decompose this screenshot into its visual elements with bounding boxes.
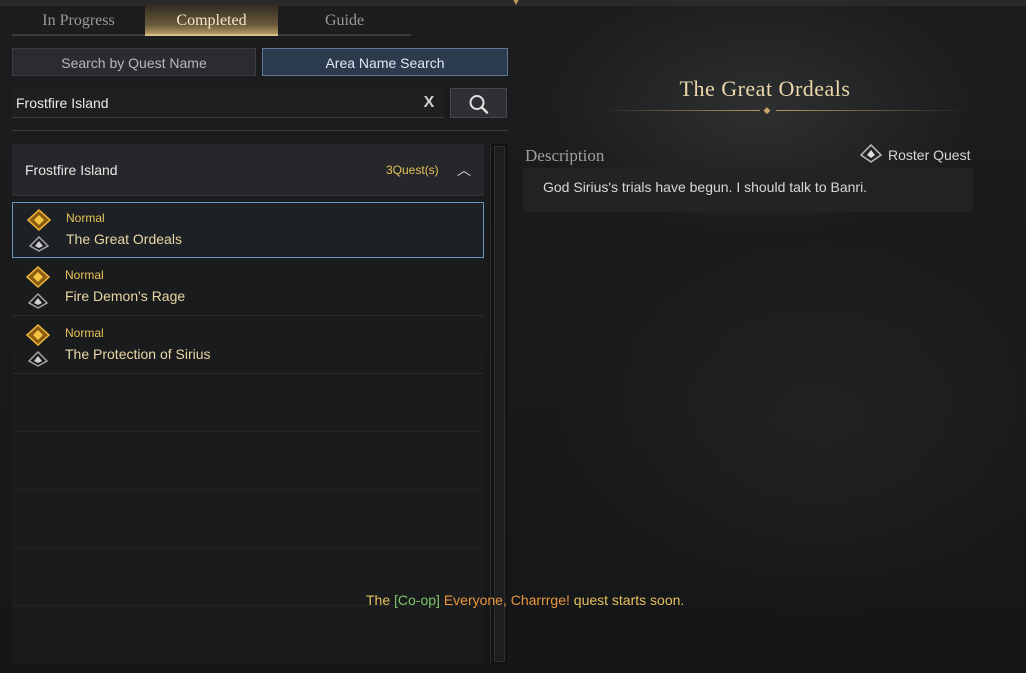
area-group-header[interactable]: Frostfire Island 3Quest(s) ︿ [12,144,484,196]
quest-name: The Protection of Sirius [65,346,211,362]
area-name-search-button[interactable]: Area Name Search [262,48,508,76]
normal-quest-icon [26,266,50,288]
quest-name: Fire Demon's Rage [65,288,186,304]
tab-bar: In Progress Completed Guide [12,4,411,36]
description-box: God Sirius's trials have begun. I should… [523,168,973,212]
divider [12,130,508,131]
quest-detail-title: The Great Ordeals [679,76,851,101]
roster-quest-icon [860,144,882,163]
roster-quest-icon [28,293,48,309]
top-ornament-icon: ▼ [511,0,521,8]
search-button[interactable] [450,88,507,118]
chevron-up-icon[interactable]: ︿ [456,162,472,178]
empty-row [12,434,484,490]
area-name: Frostfire Island [25,162,118,178]
quest-row-great-ordeals[interactable]: Normal The Great Ordeals [12,202,484,258]
clear-icon[interactable]: X [418,92,440,114]
notice-tag: [Co-op] [394,592,440,608]
tab-completed[interactable]: Completed [145,4,278,36]
scrollbar[interactable] [490,144,508,664]
notice-suffix: quest starts soon. [573,592,685,608]
empty-row [12,492,484,548]
scrollbar-thumb[interactable] [494,146,505,662]
search-field: X [12,88,444,118]
empty-row [12,376,484,432]
normal-quest-icon [26,324,50,346]
quest-type: Normal [66,211,105,225]
title-divider [776,110,966,111]
quest-type: Normal [65,326,104,340]
title-ornament-icon: ◆ [763,105,771,115]
notice-quest-name: Everyone, Charrrge! [443,592,570,608]
quest-type: Normal [65,268,104,282]
quest-count: 3Quest(s) [386,163,439,177]
quest-notice: The [Co-op] Everyone, Charrrge! quest st… [366,592,684,608]
description-label: Description [525,146,605,165]
quest-row-protection-of-sirius[interactable]: Normal The Protection of Sirius [12,318,484,374]
quest-list: Frostfire Island 3Quest(s) ︿ Normal The … [12,144,484,664]
normal-quest-icon [27,209,51,231]
tab-guide[interactable]: Guide [278,4,411,36]
title-divider [600,110,760,111]
quest-row-fire-demons-rage[interactable]: Normal Fire Demon's Rage [12,260,484,316]
roster-quest-label: Roster Quest [888,147,971,163]
search-icon [469,95,489,114]
description-text: God Sirius's trials have begun. I should… [543,179,868,195]
roster-quest-icon [28,351,48,367]
quest-name: The Great Ordeals [66,231,182,247]
notice-prefix: The [366,592,391,608]
search-by-quest-name-button[interactable]: Search by Quest Name [12,48,256,76]
search-input[interactable] [16,88,406,118]
roster-quest-icon [29,236,49,252]
tab-in-progress[interactable]: In Progress [12,4,145,36]
